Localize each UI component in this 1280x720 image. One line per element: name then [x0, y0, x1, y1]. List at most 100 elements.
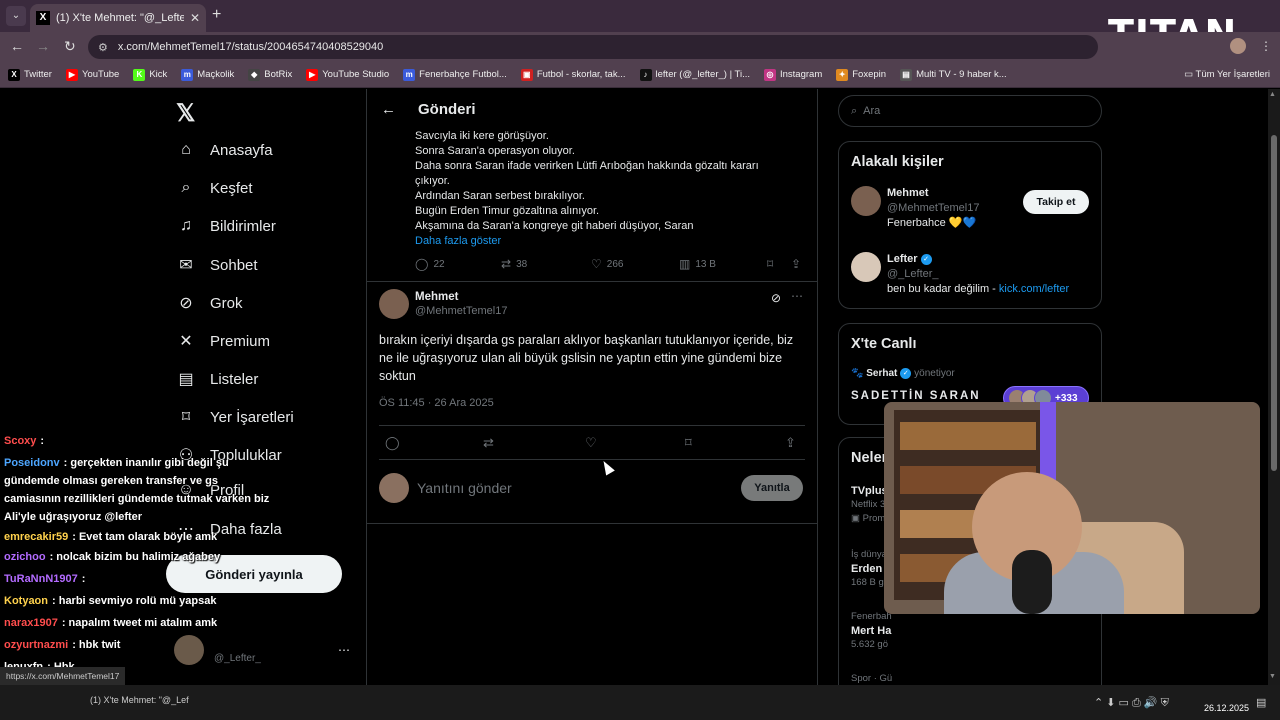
link-status-url: https://x.com/MehmetTemel17: [0, 667, 126, 685]
bookmark-item[interactable]: m Maçkolik: [181, 68, 234, 81]
chat-username: Poseidonv: [4, 457, 60, 469]
quoted-line: Bugün Erden Timur gözaltına alınıyor.: [415, 205, 600, 217]
all-bookmarks-folder[interactable]: ▭ Tüm Yer İşaretleri: [1184, 69, 1270, 80]
reply-count: 22: [433, 258, 445, 270]
tab-close-icon[interactable]: ✕: [190, 11, 200, 25]
divider: [367, 523, 817, 524]
tweet-more-icon[interactable]: ⋯: [791, 289, 803, 303]
show-more-link[interactable]: Daha fazla göster: [415, 234, 759, 249]
reply-input[interactable]: Yanıtını gönder: [417, 480, 512, 496]
chat-username: ozyurtnazmi: [4, 639, 69, 651]
bookmark-item[interactable]: X Twitter: [8, 68, 52, 81]
bookmark-favicon-icon: ◆: [248, 68, 261, 81]
bookmark-favicon-icon: ▶: [306, 68, 319, 81]
nav-item-bell[interactable]: ♫ Bildirimler: [176, 217, 276, 235]
reload-icon[interactable]: ↻: [64, 38, 76, 55]
bookmarks-bar: X Twitter ▶ YouTube K Kick m Maçkolik ◆ BotRix ▶ Yo…: [0, 62, 1280, 88]
bookmark-item[interactable]: ◆ BotRix: [248, 68, 292, 81]
browser-tab-active[interactable]: X (1) X'te Mehmet: "@_Lefter_ bu ✕: [30, 4, 206, 32]
person-avatar: [851, 186, 881, 216]
quoted-line: Ardından Saran serbest bırakılıyor.: [415, 190, 585, 202]
bookmark-item[interactable]: ✦ Foxepin: [836, 68, 886, 81]
nav-item-search[interactable]: ⌕ Keşfet: [176, 179, 253, 197]
stream-chat-overlay: Scoxy: Poseidonv: gerçekten inanılır gibi…: [0, 429, 350, 685]
tweet-author-name[interactable]: Mehmet: [415, 291, 458, 303]
reply-icon[interactable]: ◯: [385, 435, 400, 451]
live-host: 🐾 Serhat ✓ yönetiyor: [851, 368, 955, 379]
address-bar[interactable]: ⚙ x.com/MehmetTemel17/status/20046547404…: [88, 35, 1098, 59]
chat-text: : napalım tweet mi atalım amk: [61, 617, 218, 629]
list-icon: ▤: [178, 371, 194, 388]
related-person-lefter[interactable]: Lefter ✓ @_Lefter_ ben bu kadar değilim -…: [851, 252, 1069, 297]
grok-icon[interactable]: ⊘: [771, 291, 781, 305]
divider: [379, 425, 805, 426]
divider: [367, 281, 817, 282]
bookmark-item[interactable]: ▶ YouTube: [65, 68, 119, 81]
scrollbar-thumb[interactable]: [1271, 135, 1277, 471]
bookmark-action[interactable]: ⌑: [767, 257, 778, 271]
nav-item-label: Bildirimler: [210, 217, 276, 235]
notification-icon[interactable]: ▤: [1256, 696, 1266, 709]
page-scrollbar[interactable]: ▲ ▼: [1268, 89, 1280, 685]
quoted-line: çıkıyor.: [415, 175, 450, 187]
system-tray[interactable]: ⌃ ⬇ ▭ ⎙ 🔊 ⛨: [1094, 696, 1169, 710]
bookmark-icon[interactable]: ⌑: [685, 435, 692, 451]
nav-item-bookmark[interactable]: ⌑ Yer İşaretleri: [176, 407, 294, 427]
back-arrow-icon[interactable]: ←: [10, 38, 24, 54]
nav-item-list[interactable]: ▤ Listeler: [176, 369, 258, 389]
scroll-up-icon[interactable]: ▲: [1269, 91, 1276, 98]
like-action[interactable]: ♡ 266: [591, 257, 623, 271]
bookmark-favicon-icon: ♪: [639, 68, 652, 81]
tweet-author-avatar[interactable]: [379, 289, 409, 319]
x-logo-icon[interactable]: 𝕏: [176, 99, 195, 128]
profile-avatar[interactable]: [1230, 38, 1246, 54]
bookmark-favicon-icon: ◎: [764, 68, 776, 81]
reply-button[interactable]: Yanıtla: [741, 475, 803, 501]
retweet-action[interactable]: ⇄ 38: [501, 257, 527, 271]
x-favicon-icon: X: [36, 11, 50, 25]
new-tab-plus-icon[interactable]: +: [212, 6, 221, 24]
site-info-icon[interactable]: ⚙: [98, 41, 108, 54]
back-arrow-icon[interactable]: ←: [381, 101, 396, 118]
person-link[interactable]: kick.com/lefter: [999, 283, 1069, 295]
related-title: Alakalı kişiler: [851, 154, 944, 170]
tab-search-dropdown-icon[interactable]: ⌄: [6, 6, 26, 26]
nav-item-x-premium[interactable]: ✕ Premium: [176, 331, 270, 351]
tweet-text: bırakın içeriyi dışarda gs paraları aklı…: [379, 333, 794, 383]
search-input[interactable]: ⌕ Ara: [838, 95, 1102, 127]
forward-arrow-icon[interactable]: →: [36, 38, 50, 54]
trend-item[interactable]: Spor · Gü: [851, 672, 892, 685]
bookmark-item[interactable]: K Kick: [133, 68, 167, 81]
browser-menu-icon[interactable]: ⋮: [1260, 39, 1272, 53]
share-action[interactable]: ⇪: [791, 257, 806, 271]
nav-item-mail[interactable]: ✉ Sohbet: [176, 255, 258, 275]
taskbar-clock[interactable]: 26.12.2025: [1204, 690, 1249, 713]
share-icon[interactable]: ⇪: [785, 435, 796, 451]
tweet-author-handle[interactable]: @MehmetTemel17: [415, 305, 507, 317]
quoted-line: Savcıyla iki kere görüşüyor.: [415, 130, 549, 142]
retweet-icon[interactable]: ⇄: [483, 435, 494, 451]
nav-item-grok[interactable]: ⊘ Grok: [176, 293, 242, 313]
bookmark-item[interactable]: ▣ Futbol - skorlar, tak...: [520, 68, 626, 81]
views-action[interactable]: ▥ 13 B: [679, 257, 716, 271]
person-handle: @_Lefter_: [887, 268, 939, 280]
heart-icon[interactable]: ♡: [585, 435, 597, 451]
quoted-line: Daha sonra Saran ifade verirken Lütfi Ar…: [415, 160, 759, 172]
nav-item-home[interactable]: ⌂ Anasayfa: [176, 141, 272, 159]
scroll-down-icon[interactable]: ▼: [1269, 673, 1276, 680]
nav-item-label: Sohbet: [210, 256, 258, 274]
bookmark-item[interactable]: ◎ Instagram: [764, 68, 822, 81]
follow-button[interactable]: Takip et: [1023, 190, 1089, 214]
trend-item[interactable]: Fenerbah Mert Ha 5.632 gö: [851, 610, 892, 652]
related-person-mehmet[interactable]: Mehmet @MehmetTemel17 Fenerbahce 💛💙: [851, 186, 979, 231]
bookmark-item[interactable]: ▶ YouTube Studio: [306, 68, 389, 81]
tweet-timestamp[interactable]: ÖS 11:45 · 26 Ara 2025: [379, 397, 494, 409]
bookmark-item[interactable]: ♪ lefter (@_lefter_) | Ti...: [639, 68, 750, 81]
reply-action[interactable]: ◯ 22: [415, 257, 445, 271]
taskbar-window-item[interactable]: (1) X'te Mehmet: "@_Lef: [10, 695, 189, 705]
webcam-overlay: [884, 402, 1260, 614]
bookmark-item[interactable]: m Fenerbahçe Futbol...: [403, 68, 507, 81]
chat-message: gündemde olması gereken transfer ve gs: [4, 475, 218, 487]
bookmark-item[interactable]: ▤ Multi TV - 9 haber k...: [900, 68, 1007, 81]
chat-text: :: [81, 573, 86, 585]
